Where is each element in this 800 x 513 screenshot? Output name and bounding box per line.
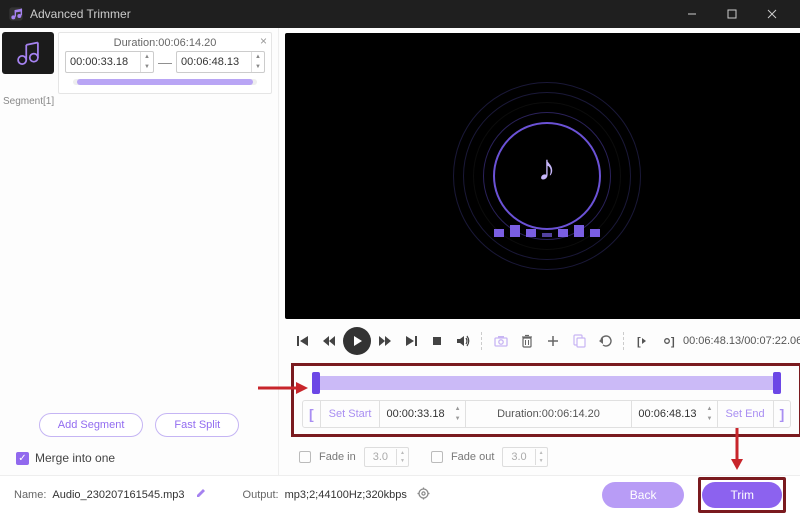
name-value: Audio_230207161545.mp3 xyxy=(52,489,184,501)
spin-down-icon[interactable]: ▼ xyxy=(252,62,264,72)
trim-end-value[interactable]: 00:06:48.13 xyxy=(632,408,702,420)
segment-panel: × Duration:00:06:14.20 ▲▼ — ▲▼ xyxy=(58,32,272,94)
audio-preview: ♪ xyxy=(285,33,800,319)
merge-label: Merge into one xyxy=(35,451,115,465)
trim-duration: Duration:00:06:14.20 xyxy=(466,401,633,427)
app-logo-icon xyxy=(8,6,24,22)
copy-icon[interactable] xyxy=(567,329,591,353)
playback-toolbar: [ ] 00:06:48.13/00:07:22.06 xyxy=(279,323,800,361)
music-note-icon: ♪ xyxy=(538,147,556,189)
fade-in-label: Fade in xyxy=(319,451,356,463)
spin-down-icon[interactable]: ▼ xyxy=(141,62,153,72)
stop-icon[interactable] xyxy=(425,329,449,353)
trim-button[interactable]: Trim xyxy=(702,482,782,508)
fade-in-checkbox[interactable] xyxy=(299,451,311,463)
play-button[interactable] xyxy=(343,327,371,355)
snapshot-icon[interactable] xyxy=(489,329,513,353)
name-label: Name: xyxy=(14,489,46,501)
trim-highlight: Trim xyxy=(698,477,786,513)
mark-out-icon[interactable]: ] xyxy=(657,329,681,353)
segment-mini-slider[interactable] xyxy=(73,79,257,85)
volume-icon[interactable] xyxy=(451,329,475,353)
trim-controls-row: [ Set Start 00:00:33.18▲▼ Duration:00:06… xyxy=(302,400,791,428)
trim-handle-end[interactable] xyxy=(773,372,781,394)
skip-end-icon[interactable] xyxy=(399,329,423,353)
segment-sidebar: × Duration:00:06:14.20 ▲▼ — ▲▼ Segment[1… xyxy=(0,28,279,475)
trim-start-value[interactable]: 00:00:33.18 xyxy=(380,408,450,420)
playback-time: 00:06:48.13/00:07:22.06 xyxy=(683,335,800,347)
maximize-button[interactable] xyxy=(712,0,752,28)
skip-start-icon[interactable] xyxy=(291,329,315,353)
trim-panel: [ Set Start 00:00:33.18▲▼ Duration:00:06… xyxy=(291,363,800,437)
music-note-icon xyxy=(14,39,42,67)
spin-up-icon[interactable]: ▲ xyxy=(141,52,153,62)
back-button[interactable]: Back xyxy=(602,482,685,508)
fade-out-label: Fade out xyxy=(451,451,494,463)
output-label: Output: xyxy=(243,489,279,501)
footer-bar: Name: Audio_230207161545.mp3 Output: mp3… xyxy=(0,475,800,513)
delete-icon[interactable] xyxy=(515,329,539,353)
trim-slider[interactable] xyxy=(302,372,791,394)
add-segment-button[interactable]: Add Segment xyxy=(39,413,144,437)
segment-label: Segment[1] xyxy=(0,94,278,107)
fade-in-input[interactable]: 3.0▲▼ xyxy=(364,447,409,467)
fade-out-checkbox[interactable] xyxy=(431,451,443,463)
minimize-button[interactable] xyxy=(672,0,712,28)
add-icon[interactable] xyxy=(541,329,565,353)
segment-close-icon[interactable]: × xyxy=(260,35,267,47)
output-settings-icon[interactable] xyxy=(417,487,430,503)
equalizer-icon xyxy=(494,225,600,237)
spin-up-icon[interactable]: ▲ xyxy=(252,52,264,62)
segment-duration: Duration:00:06:14.20 xyxy=(65,37,265,49)
forward-icon[interactable] xyxy=(373,329,397,353)
title-bar: Advanced Trimmer xyxy=(0,0,800,28)
svg-text:]: ] xyxy=(671,336,675,348)
fade-out-input[interactable]: 3.0▲▼ xyxy=(502,447,547,467)
mark-in-icon[interactable]: [ xyxy=(631,329,655,353)
fade-controls: Fade in 3.0▲▼ Fade out 3.0▲▼ xyxy=(279,443,800,475)
svg-text:[: [ xyxy=(637,336,641,348)
merge-checkbox[interactable]: ✓ xyxy=(16,452,29,465)
trim-handle-start[interactable] xyxy=(312,372,320,394)
window-title: Advanced Trimmer xyxy=(30,7,672,21)
close-button[interactable] xyxy=(752,0,792,28)
set-start-button[interactable]: Set Start xyxy=(321,401,381,427)
segment-thumbnail[interactable] xyxy=(2,32,54,74)
output-value: mp3;2;44100Hz;320kbps xyxy=(285,489,407,501)
segment-end-input[interactable]: ▲▼ xyxy=(176,51,265,73)
fast-split-button[interactable]: Fast Split xyxy=(155,413,239,437)
set-end-button[interactable]: Set End xyxy=(718,401,774,427)
edit-name-icon[interactable] xyxy=(195,487,207,502)
rewind-icon[interactable] xyxy=(317,329,341,353)
segment-start-input[interactable]: ▲▼ xyxy=(65,51,154,73)
undo-icon[interactable] xyxy=(593,329,617,353)
